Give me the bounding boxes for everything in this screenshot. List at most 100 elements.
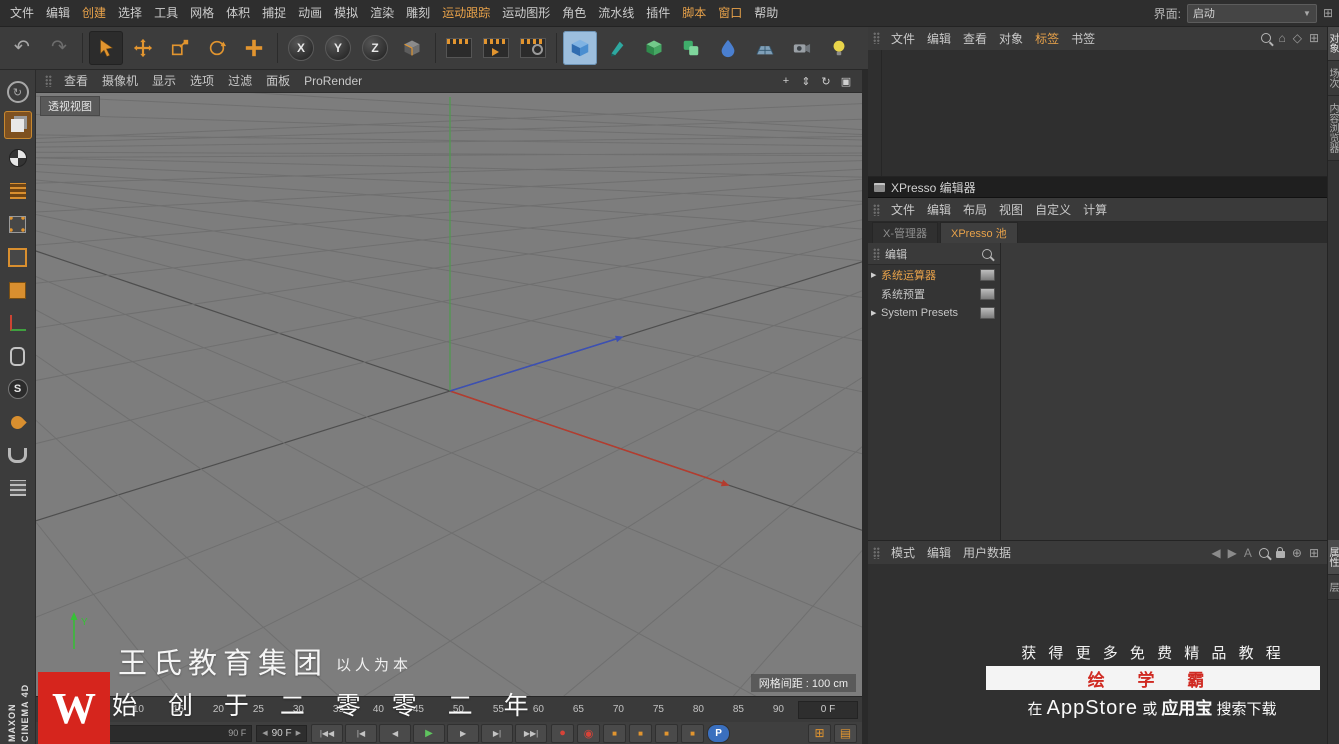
filter-icon[interactable]: ◇ bbox=[1293, 31, 1302, 45]
search-icon[interactable] bbox=[1261, 33, 1272, 43]
render-to-picture-button[interactable] bbox=[479, 31, 513, 65]
auto-mode-icon[interactable]: A bbox=[1244, 546, 1252, 560]
xpresso-tab[interactable]: X-管理器 bbox=[872, 222, 938, 245]
pool-item[interactable]: ▶ 系统预置 bbox=[868, 284, 1000, 303]
autokey-button[interactable]: ◉ bbox=[577, 723, 601, 743]
menu-item[interactable]: 捕捉 bbox=[256, 0, 292, 26]
coordinate-system-button[interactable] bbox=[395, 31, 429, 65]
menu-item[interactable]: 流水线 bbox=[592, 0, 640, 26]
menu-item[interactable]: 模拟 bbox=[328, 0, 364, 26]
workplane-button[interactable] bbox=[4, 474, 32, 502]
edges-mode-button[interactable] bbox=[4, 243, 32, 271]
right-tab[interactable]: 场次 bbox=[1327, 61, 1339, 96]
redo-button[interactable]: ↷ bbox=[42, 31, 76, 65]
move-tool-button[interactable] bbox=[126, 31, 160, 65]
viewport-menu-item[interactable]: 选项 bbox=[183, 70, 221, 92]
object-manager-menu-item[interactable]: 文件 bbox=[885, 30, 921, 47]
pen-spline-button[interactable] bbox=[600, 31, 634, 65]
object-manager-menu-item[interactable]: 书签 bbox=[1065, 30, 1101, 47]
lock-y-button[interactable]: Y bbox=[321, 31, 355, 65]
record-button[interactable]: ● bbox=[551, 723, 575, 743]
toggle-view-icon[interactable]: ▣ bbox=[838, 73, 854, 89]
menu-item[interactable]: 动画 bbox=[292, 0, 328, 26]
viewport-menu-item[interactable]: ProRender bbox=[297, 70, 369, 92]
lock-icon[interactable] bbox=[1275, 547, 1285, 558]
panel-icon[interactable]: ⊞ bbox=[1309, 546, 1319, 560]
axis-mode-button[interactable] bbox=[4, 309, 32, 337]
render-settings-button[interactable] bbox=[516, 31, 550, 65]
xpresso-menu-item[interactable]: 编辑 bbox=[921, 201, 957, 218]
next-frame-button[interactable]: ▶ bbox=[447, 723, 480, 743]
expand-arrow-icon[interactable]: ▶ bbox=[871, 271, 879, 279]
prev-key-button[interactable]: |◀ bbox=[345, 723, 378, 743]
xpresso-graph-area[interactable] bbox=[1001, 243, 1327, 541]
light-button[interactable] bbox=[822, 31, 856, 65]
cube-primitive-button[interactable] bbox=[563, 30, 597, 65]
expand-arrow-icon[interactable]: ▶ bbox=[871, 309, 879, 317]
object-manager-menu-item[interactable]: 标签 bbox=[1029, 30, 1065, 47]
end-frame-field[interactable]: ◀ 90 F ▶ bbox=[256, 724, 308, 742]
menu-item[interactable]: 创建 bbox=[76, 0, 112, 26]
menu-item[interactable]: 脚本 bbox=[676, 0, 712, 26]
xpresso-menu-item[interactable]: 布局 bbox=[957, 201, 993, 218]
object-list[interactable] bbox=[868, 50, 1327, 176]
home-icon[interactable]: ⌂ bbox=[1278, 31, 1285, 45]
menu-item[interactable]: 编辑 bbox=[40, 0, 76, 26]
lock-z-button[interactable]: Z bbox=[358, 31, 392, 65]
recent-tool-button[interactable] bbox=[237, 31, 271, 65]
xpresso-menu-item[interactable]: 计算 bbox=[1077, 201, 1113, 218]
menu-item[interactable]: 角色 bbox=[556, 0, 592, 26]
attribute-menu-item[interactable]: 模式 bbox=[885, 544, 921, 561]
key-parameter-toggle[interactable]: ■ bbox=[681, 723, 705, 743]
floor-button[interactable] bbox=[748, 31, 782, 65]
spin-right-icon[interactable]: ▶ bbox=[296, 729, 301, 737]
spin-left-icon[interactable]: ◀ bbox=[262, 729, 267, 737]
prev-frame-button[interactable]: ◀ bbox=[379, 723, 412, 743]
pool-header[interactable]: 编辑 bbox=[868, 243, 1000, 265]
render-view-button[interactable] bbox=[442, 31, 476, 65]
next-key-button[interactable]: ▶| bbox=[481, 723, 514, 743]
right-tab[interactable]: 内容浏览器 bbox=[1327, 96, 1339, 161]
make-editable-button[interactable]: ↻ bbox=[4, 78, 32, 106]
menu-item[interactable]: 网格 bbox=[184, 0, 220, 26]
polygons-mode-button[interactable] bbox=[4, 276, 32, 304]
xpresso-menu-item[interactable]: 自定义 bbox=[1029, 201, 1077, 218]
key-scale-toggle[interactable]: ■ bbox=[629, 723, 653, 743]
texture-mode-button[interactable] bbox=[4, 144, 32, 172]
viewport-menu-item[interactable]: 查看 bbox=[57, 70, 95, 92]
menu-item[interactable]: 体积 bbox=[220, 0, 256, 26]
rotate-tool-button[interactable] bbox=[200, 31, 234, 65]
panel-film-toggle[interactable]: ▤ bbox=[834, 723, 857, 743]
xpresso-menu-item[interactable]: 文件 bbox=[885, 201, 921, 218]
minimal-ui-toggle[interactable]: ⊞ bbox=[808, 723, 831, 743]
view-label[interactable]: 透视视图 bbox=[40, 96, 100, 116]
camera-button[interactable] bbox=[785, 31, 819, 65]
menu-item[interactable]: 插件 bbox=[640, 0, 676, 26]
panel-icon[interactable]: ⊞ bbox=[1309, 31, 1319, 45]
xpresso-titlebar[interactable]: XPresso 编辑器 bbox=[868, 177, 1327, 198]
key-rotation-toggle[interactable]: ■ bbox=[655, 723, 679, 743]
jump-end-button[interactable]: ▶▶| bbox=[515, 723, 548, 743]
model-mode-button[interactable] bbox=[3, 111, 32, 139]
pan-view-icon[interactable]: + bbox=[778, 73, 794, 89]
points-mode-button[interactable] bbox=[4, 210, 32, 238]
interface-dropdown[interactable]: 启动 ▼ bbox=[1186, 3, 1317, 23]
viewport-canvas[interactable]: Y 透视视图 网格间距 : 100 cm bbox=[36, 93, 862, 697]
rotate-view-icon[interactable]: ↻ bbox=[818, 73, 834, 89]
viewport-menu-item[interactable]: 面板 bbox=[259, 70, 297, 92]
menu-item[interactable]: 帮助 bbox=[748, 0, 784, 26]
texture-axis-mode-button[interactable] bbox=[4, 177, 32, 205]
viewport-menu-item[interactable]: 显示 bbox=[145, 70, 183, 92]
search-icon[interactable] bbox=[1258, 547, 1269, 558]
xpresso-menu-item[interactable]: 视图 bbox=[993, 201, 1029, 218]
menu-item[interactable]: 文件 bbox=[4, 0, 40, 26]
object-manager-menu-item[interactable]: 查看 bbox=[957, 30, 993, 47]
layout-panel-icon[interactable]: ⊞ bbox=[1323, 6, 1333, 20]
attribute-menu-item[interactable]: 用户数据 bbox=[957, 544, 1017, 561]
object-manager-menu-item[interactable]: 编辑 bbox=[921, 30, 957, 47]
deformer-button[interactable] bbox=[674, 31, 708, 65]
soft-selection-button[interactable]: S bbox=[4, 375, 32, 403]
frame-range-slider[interactable]: 0 F 90 F bbox=[90, 724, 253, 742]
dolly-view-icon[interactable]: ⇕ bbox=[798, 73, 814, 89]
menu-item[interactable]: 工具 bbox=[148, 0, 184, 26]
